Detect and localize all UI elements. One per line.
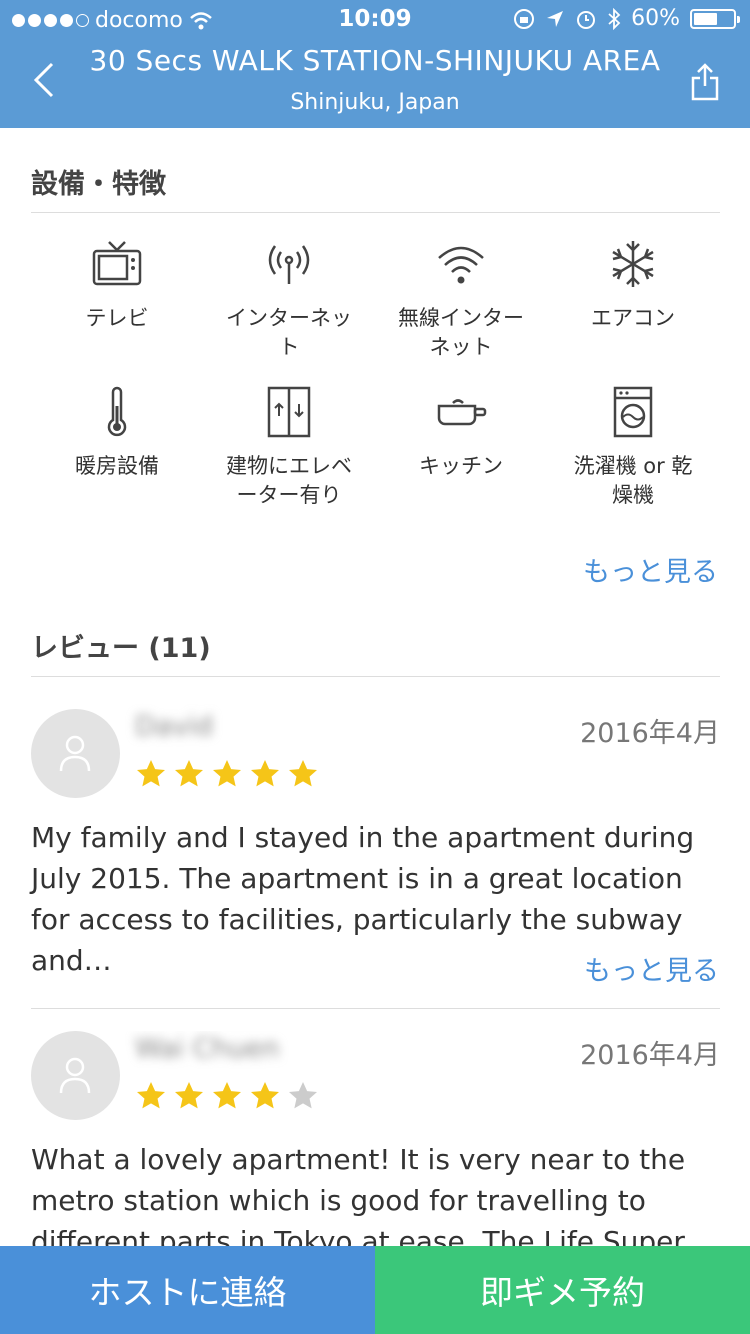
amenity-tv: テレビ — [31, 238, 203, 333]
amenity-laundry: 洗濯機 or 乾燥機 — [547, 386, 719, 510]
battery-percent: 60% — [631, 6, 680, 31]
amenity-elevator: 建物にエレベーター有り — [203, 386, 375, 510]
antenna-icon — [268, 245, 310, 284]
amenity-internet: インターネット — [203, 238, 375, 362]
star-filled-icon — [213, 1082, 241, 1109]
alarm-icon — [577, 10, 596, 29]
amenity-label: キッチン — [419, 454, 503, 478]
amenity-label: 暖房設備 — [75, 454, 159, 478]
listing-location: Shinjuku, Japan — [290, 90, 460, 115]
back-icon[interactable] — [26, 60, 62, 100]
amenity-label: インターネット — [226, 306, 352, 359]
star-filled-icon — [251, 1082, 279, 1109]
star-rating — [135, 1080, 319, 1112]
status-bar: docomo 10:09 60% — [0, 0, 750, 40]
star-filled-icon — [251, 760, 279, 787]
washing-machine-icon — [613, 386, 653, 438]
reviewer-name: David — [135, 711, 213, 742]
share-icon[interactable] — [690, 62, 720, 102]
avatar — [31, 709, 120, 798]
status-right: 60% — [513, 6, 740, 31]
amenity-wifi: 無線インターネット — [375, 238, 547, 362]
divider — [31, 676, 720, 677]
divider — [31, 1008, 720, 1009]
star-filled-icon — [175, 1082, 203, 1109]
star-filled-icon — [289, 760, 317, 787]
amenity-label: エアコン — [591, 306, 675, 330]
amenity-label: 無線インターネット — [398, 306, 524, 359]
review-more-link[interactable]: もっと見る — [584, 949, 719, 988]
tv-icon — [92, 241, 142, 286]
wifi-icon — [438, 246, 484, 284]
instant-book-button[interactable]: 即ギメ予約 — [375, 1246, 750, 1334]
amenities-title: 設備・特徴 — [31, 169, 166, 200]
star-filled-icon — [137, 760, 165, 787]
review-card: David 2016年4月 My family and I stayed in … — [31, 709, 720, 1009]
star-empty-icon — [289, 1082, 317, 1109]
snowflake-icon — [612, 241, 654, 287]
avatar — [31, 1031, 120, 1120]
listing-title: 30 Secs WALK STATION-SHINJUKU AREA — [89, 44, 661, 77]
amenity-ac: エアコン — [547, 238, 719, 333]
footer-actions: ホストに連絡 即ギメ予約 — [0, 1246, 750, 1334]
amenity-label: 建物にエレベーター有り — [226, 454, 352, 507]
amenities-more-link[interactable]: もっと見る — [583, 550, 718, 589]
divider — [31, 212, 720, 213]
location-icon — [547, 10, 564, 27]
user-icon — [59, 1057, 91, 1094]
rotation-lock-icon — [514, 8, 535, 29]
review-text: What a lovely apartment! It is very near… — [31, 1143, 686, 1246]
review-date: 2016年4月 — [580, 1040, 720, 1071]
star-filled-icon — [175, 760, 203, 787]
header: docomo 10:09 60% 30 Secs WALK STATION-SH… — [0, 0, 750, 128]
star-filled-icon — [137, 1082, 165, 1109]
amenity-label: テレビ — [85, 306, 149, 330]
pot-icon — [437, 399, 487, 426]
amenity-label: 洗濯機 or 乾燥機 — [573, 454, 693, 507]
reviewer-name: Wai Chuen — [135, 1033, 280, 1064]
amenity-kitchen: キッチン — [375, 386, 547, 481]
star-rating — [135, 758, 319, 790]
battery-icon — [690, 8, 740, 29]
review-date: 2016年4月 — [580, 718, 720, 749]
review-card: Wai Chuen 2016年4月 What a lovely apartmen… — [31, 1031, 720, 1246]
elevator-icon — [267, 386, 311, 438]
reviews-title: レビュー (11) — [31, 633, 211, 664]
contact-host-button[interactable]: ホストに連絡 — [0, 1246, 375, 1334]
amenity-heating: 暖房設備 — [31, 386, 203, 481]
star-filled-icon — [213, 760, 241, 787]
user-icon — [59, 735, 91, 772]
bluetooth-icon — [608, 7, 621, 30]
thermometer-icon — [107, 386, 127, 437]
